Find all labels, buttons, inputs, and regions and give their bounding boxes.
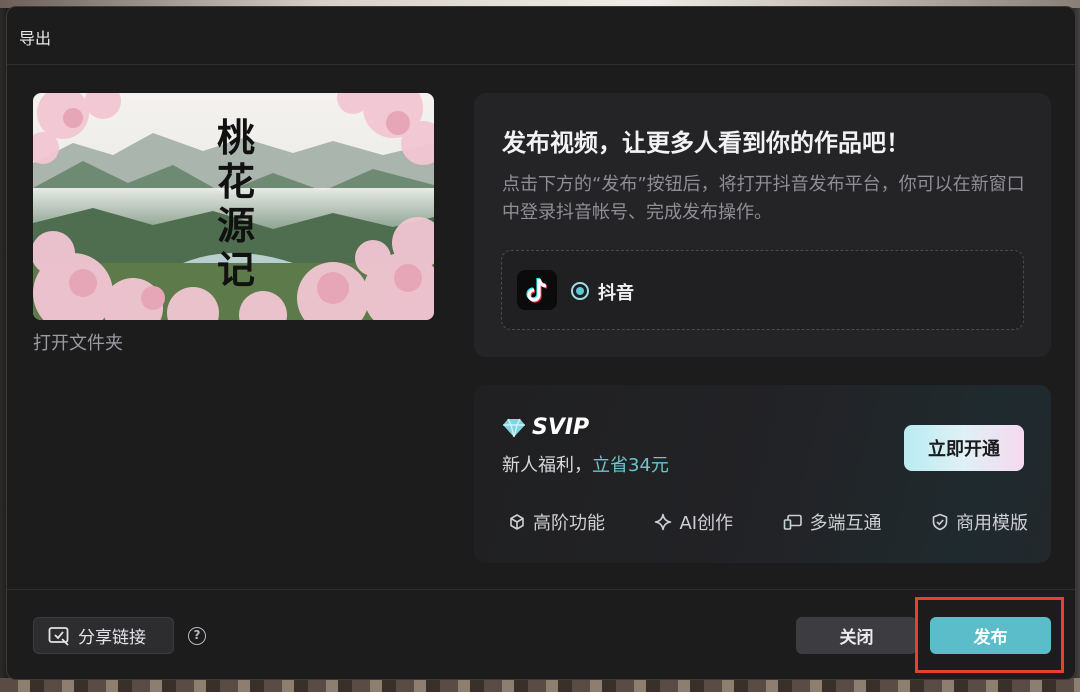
svip-badge: SVIP <box>502 415 589 440</box>
footer-divider <box>7 589 1075 590</box>
dialog-titlebar: 导出 <box>7 7 1075 65</box>
publish-description: 点击下方的“发布”按钮后，将打开抖音发布平台，你可以在新窗口中登录抖音帐号、完成… <box>502 174 1025 223</box>
help-icon[interactable]: ? <box>188 627 206 645</box>
platform-radio[interactable] <box>571 282 589 300</box>
cube-icon <box>510 514 524 530</box>
svip-label: SVIP <box>532 415 590 440</box>
svip-offer: 新人福利，立省34元 <box>502 451 669 477</box>
feature-item: 高阶功能 <box>508 509 605 535</box>
poster-title-char: 记 <box>217 247 255 292</box>
shield-check-icon <box>932 513 948 531</box>
share-link-label: 分享链接 <box>78 628 146 648</box>
feature-label: AI创作 <box>679 513 734 534</box>
diamond-icon <box>503 418 525 437</box>
open-folder-link[interactable]: 打开文件夹 <box>33 329 123 355</box>
share-link-icon <box>48 626 69 646</box>
feature-item: AI创作 <box>654 509 733 535</box>
sparkle-icon <box>655 513 672 531</box>
backdrop-bottom-strip <box>0 678 1080 692</box>
export-dialog: 导出 桃 花 源 记 打开文件夹 发布视频，让更多人看到你的作品吧！ 点击下方的… <box>6 6 1076 680</box>
svip-offer-highlight: 立省34元 <box>592 455 669 476</box>
poster-title-char: 花 <box>217 159 255 204</box>
douyin-logo-icon <box>517 270 557 310</box>
feature-label: 高阶功能 <box>533 513 605 534</box>
platform-option-douyin[interactable]: 抖音 <box>501 250 1024 330</box>
devices-icon <box>783 514 802 530</box>
close-button[interactable]: 关闭 <box>796 617 917 654</box>
publish-card: 发布视频，让更多人看到你的作品吧！ 点击下方的“发布”按钮后，将打开抖音发布平台… <box>474 93 1051 357</box>
video-preview-thumbnail[interactable]: 桃 花 源 记 <box>33 93 434 320</box>
publish-heading: 发布视频，让更多人看到你的作品吧！ <box>502 129 910 157</box>
feature-label: 多端互通 <box>809 513 882 534</box>
feature-item: 多端互通 <box>783 509 882 535</box>
dialog-title: 导出 <box>19 29 52 48</box>
activate-svip-button[interactable]: 立即开通 <box>904 425 1024 471</box>
svip-offer-prefix: 新人福利， <box>502 455 592 476</box>
feature-item: 商用模版 <box>931 509 1028 535</box>
share-link-button[interactable]: 分享链接 <box>33 617 174 654</box>
poster-title-char: 源 <box>217 203 255 248</box>
publish-button[interactable]: 发布 <box>930 617 1051 654</box>
poster-title-char: 桃 <box>217 115 255 160</box>
platform-label: 抖音 <box>598 283 634 304</box>
svip-card: SVIP 新人福利，立省34元 立即开通 高阶功能 AI创作 多端互通 商用模版 <box>474 385 1051 563</box>
svip-features: 高阶功能 AI创作 多端互通 商用模版 <box>508 509 1028 535</box>
feature-label: 商用模版 <box>955 513 1028 534</box>
